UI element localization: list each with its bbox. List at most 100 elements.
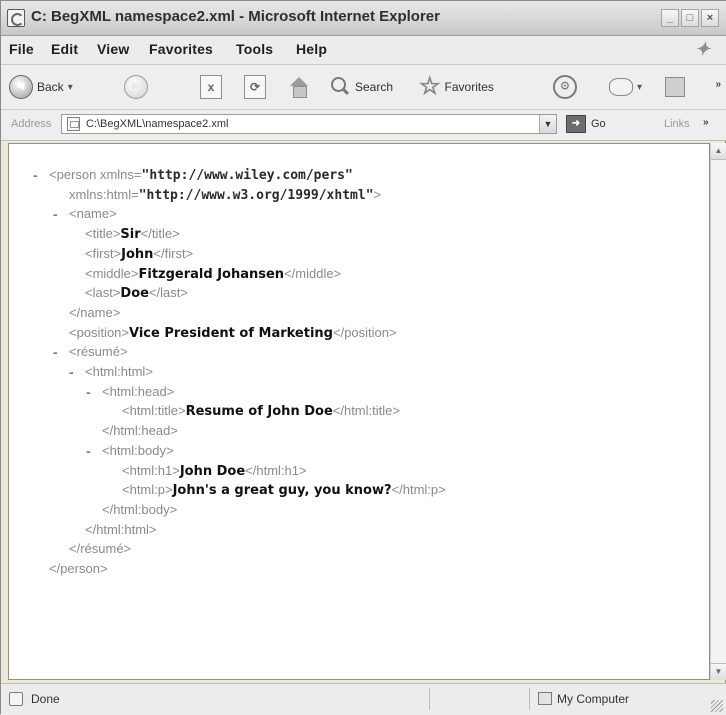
xml-markup: <position> <box>69 324 129 340</box>
stop-icon: x <box>200 75 222 99</box>
xml-markup: <html:h1> <box>122 462 180 478</box>
star-icon: ☆ <box>419 73 441 100</box>
xml-text-content: John <box>121 246 154 262</box>
menu-tools[interactable]: Tools <box>236 41 273 57</box>
my-computer-icon <box>538 692 552 705</box>
xml-closing-markup: > <box>373 186 382 202</box>
title-bar[interactable]: C: BegXML namespace2.xml - Microsoft Int… <box>1 1 726 36</box>
address-bar: Address C:\BegXML\namespace2.xml ▼ ➜ Go … <box>1 110 726 141</box>
collapse-toggle-icon[interactable]: - <box>69 363 74 381</box>
xml-line: - <person xmlns="http://www.wiley.com/per… <box>33 166 353 185</box>
xml-line: </résumé> <box>69 540 131 558</box>
minimize-button[interactable]: _ <box>661 9 679 27</box>
menu-bar: File Edit View Favorites Tools Help ✦ <box>1 36 726 65</box>
stop-button[interactable]: x <box>200 72 222 102</box>
window-title: C: BegXML namespace2.xml - Microsoft Int… <box>31 8 440 25</box>
back-label: Back <box>37 80 64 94</box>
xml-closing-markup: </middle> <box>284 265 342 281</box>
xml-line: - <html:head> <box>86 383 175 401</box>
media-icon: ⊙ <box>553 75 577 99</box>
page-status-icon <box>9 692 23 706</box>
xml-line: </html:head> <box>102 422 178 440</box>
xml-line: <middle>Fitzgerald Johansen</middle> <box>85 265 341 284</box>
xml-markup: <html:head> <box>102 383 175 399</box>
menu-edit[interactable]: Edit <box>51 41 78 57</box>
go-arrow-icon[interactable]: ➜ <box>566 115 586 133</box>
xml-line: - <name> <box>53 205 117 223</box>
forward-button[interactable] <box>124 72 148 102</box>
address-dropdown-icon[interactable]: ▼ <box>539 115 556 133</box>
address-label: Address <box>11 118 52 130</box>
mail-dropdown-icon[interactable]: ▾ <box>637 82 642 93</box>
xml-markup: </résumé> <box>69 541 132 557</box>
xml-line: - <html:html> <box>69 363 153 381</box>
xml-text-content: Resume of John Doe <box>185 404 333 420</box>
xml-line: <html:title>Resume of John Doe</html:tit… <box>122 402 400 421</box>
address-input[interactable]: C:\BegXML\namespace2.xml ▼ <box>61 114 557 134</box>
xml-closing-markup: </html:title> <box>332 403 400 419</box>
menu-file[interactable]: File <box>9 41 34 57</box>
mail-button[interactable]: ▾ <box>609 72 642 102</box>
links-label[interactable]: Links <box>664 118 690 130</box>
collapse-toggle-icon[interactable]: - <box>86 383 91 401</box>
collapse-toggle-icon[interactable]: - <box>53 343 58 361</box>
menu-favorites[interactable]: Favorites <box>149 41 213 57</box>
xml-line: - <html:body> <box>86 442 174 460</box>
status-divider <box>429 688 430 710</box>
browser-window: C: BegXML namespace2.xml - Microsoft Int… <box>0 0 726 715</box>
collapse-toggle-icon[interactable]: - <box>33 166 38 184</box>
print-button[interactable] <box>665 72 685 102</box>
xml-line: xmlns:html="http://www.w3.org/1999/xhtml… <box>69 186 381 205</box>
xml-line: <last>Doe</last> <box>85 284 188 303</box>
media-button[interactable]: ⊙ <box>553 72 577 102</box>
xml-text-content: Doe <box>120 286 149 302</box>
refresh-icon: ⟳ <box>244 75 266 99</box>
menu-help[interactable]: Help <box>296 41 327 57</box>
window-controls: _ □ × <box>661 9 719 27</box>
home-button[interactable] <box>287 72 311 102</box>
xml-markup: <html:body> <box>102 442 174 458</box>
maximize-button[interactable]: □ <box>681 9 699 27</box>
menu-view[interactable]: View <box>97 41 129 57</box>
collapse-toggle-icon[interactable]: - <box>53 205 58 223</box>
vertical-scrollbar[interactable]: ▲ ▼ <box>710 143 726 680</box>
resize-grip-icon[interactable] <box>711 700 723 712</box>
xml-closing-markup: </title> <box>140 226 180 242</box>
xml-markup: <first> <box>85 245 122 261</box>
favorites-button[interactable]: ☆ Favorites <box>419 72 494 102</box>
ie-logo-icon <box>7 9 25 27</box>
search-label: Search <box>355 80 394 94</box>
xml-line: <title>Sir</title> <box>85 225 180 244</box>
toolbar-overflow-icon[interactable]: » <box>715 79 721 90</box>
xml-markup: <name> <box>69 206 117 222</box>
back-arrow-icon <box>9 75 33 99</box>
scroll-down-icon[interactable]: ▼ <box>711 663 726 680</box>
xml-line: <html:h1>John Doe</html:h1> <box>122 462 307 481</box>
back-button[interactable]: Back ▾ <box>9 72 73 102</box>
xml-line: - <résumé> <box>53 343 128 361</box>
xml-text-content: Sir <box>120 227 141 243</box>
xml-text-content: Vice President of Marketing <box>129 325 333 341</box>
links-overflow-icon[interactable]: » <box>703 117 709 128</box>
xml-closing-markup: </html:p> <box>391 482 446 498</box>
xml-document-view: - <person xmlns="http://www.wiley.com/per… <box>8 143 710 680</box>
search-button[interactable]: Search <box>329 72 393 102</box>
xml-line: <position>Vice President of Marketing</p… <box>69 324 397 343</box>
back-dropdown-icon[interactable]: ▾ <box>68 82 73 93</box>
xml-closing-markup: </first> <box>153 245 194 261</box>
close-button[interactable]: × <box>701 9 719 27</box>
xml-markup: <person xmlns= <box>49 167 142 182</box>
xml-page-icon <box>67 117 80 131</box>
scroll-up-icon[interactable]: ▲ <box>711 143 726 160</box>
refresh-button[interactable]: ⟳ <box>244 72 266 102</box>
xml-line: </person> <box>49 560 108 578</box>
xml-line: </html:html> <box>85 521 157 539</box>
status-bar: Done My Computer <box>1 683 726 715</box>
xml-text-content: John Doe <box>179 463 246 479</box>
xml-text-content: John's a great guy, you know? <box>172 483 392 499</box>
collapse-toggle-icon[interactable]: - <box>86 442 91 460</box>
xml-markup: <html:html> <box>85 364 153 379</box>
go-button-label[interactable]: Go <box>591 118 606 130</box>
xml-markup: </html:head> <box>102 423 178 439</box>
address-value[interactable]: C:\BegXML\namespace2.xml <box>86 118 228 130</box>
